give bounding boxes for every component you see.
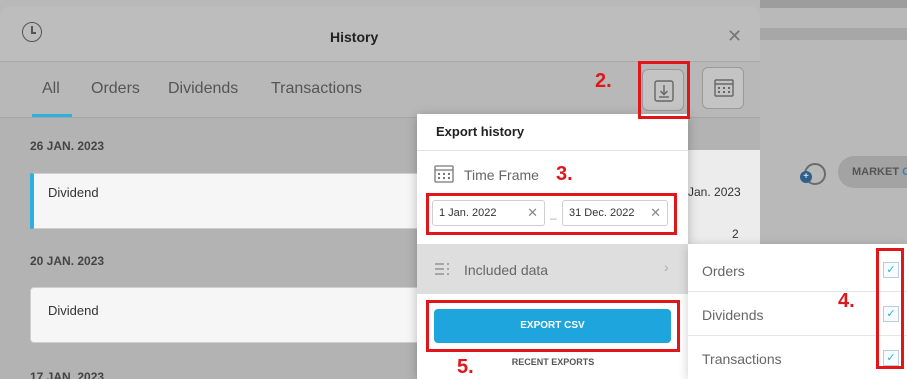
background-strip [760,28,907,40]
market-pill-text: MARKET [852,166,900,178]
history-clock-icon [22,22,42,42]
tab-dividends[interactable]: Dividends [168,80,238,98]
detail-count: 2 [732,227,739,241]
export-title: Export history [436,124,525,139]
option-label: Orders [702,263,745,279]
calendar-icon [714,79,734,97]
tab-transactions[interactable]: Transactions [271,80,362,98]
active-tab-indicator [32,114,72,117]
add-account-icon [800,163,826,185]
included-data-menu: Orders ✓ Dividends ✓ Transactions ✓ [688,244,907,379]
option-label: Transactions [702,351,782,367]
step-label-4: 4. [838,290,855,312]
option-transactions[interactable]: Transactions ✓ [688,336,907,379]
tab-orders[interactable]: Orders [91,80,140,98]
filter-list-icon [435,263,449,275]
history-item-label: Dividend [48,185,99,200]
history-item-label: Dividend [48,303,99,318]
divider [417,150,688,151]
included-data-label: Included data [464,262,549,278]
annotation-box-checkboxes [876,248,904,369]
date-heading: 20 JAN. 2023 [30,254,105,268]
step-label-2: 2. [595,70,612,92]
recent-exports-label: RECENT EXPORTS [511,357,595,367]
annotation-box-export [638,61,690,119]
window-title: History [330,29,379,45]
date-heading: 17 JAN. 2023 [30,370,105,379]
calendar-icon [434,165,454,183]
time-frame-label: Time Frame [464,167,539,183]
included-data-row[interactable] [417,244,688,294]
annotation-box-time-frame [426,193,677,235]
date-heading: 26 JAN. 2023 [30,139,105,153]
option-orders[interactable]: Orders ✓ [688,248,907,292]
history-header [0,6,760,62]
market-pill: MARKET O [838,156,907,188]
chevron-right-icon: › [664,259,669,275]
background-topbar [760,0,907,8]
market-pill-status: O [902,166,907,178]
selected-indicator [30,173,34,229]
step-label-5: 5. [457,356,474,378]
option-dividends[interactable]: Dividends ✓ [688,292,907,336]
close-icon[interactable]: ✕ [727,27,742,45]
tab-all[interactable]: All [42,80,60,98]
detail-date: Jan. 2023 [688,185,741,199]
calendar-button[interactable] [702,67,744,109]
option-label: Dividends [702,307,764,323]
history-item[interactable] [30,173,450,229]
annotation-box-export-csv [426,300,680,352]
step-label-3: 3. [556,163,573,185]
